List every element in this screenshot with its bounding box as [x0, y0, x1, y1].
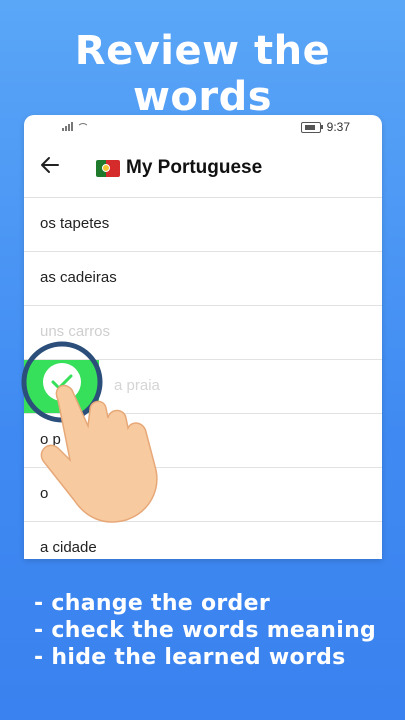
word-label: as cadeiras — [40, 269, 117, 286]
word-label: uns carros — [40, 323, 111, 340]
word-label: os tapetes — [40, 215, 110, 232]
list-item[interactable]: o p — [24, 414, 382, 468]
feature-list: - change the order - check the words mea… — [34, 590, 376, 671]
status-bar: 9:37 — [24, 115, 382, 139]
wifi-icon — [77, 123, 89, 131]
back-arrow-icon[interactable] — [38, 153, 62, 177]
word-label: o — [40, 485, 49, 502]
word-label: o p — [40, 431, 61, 448]
app-title: My Portuguese — [126, 157, 263, 178]
app-bar: My Portuguese — [24, 139, 382, 198]
list-item[interactable]: os tapetes — [24, 198, 382, 252]
feature-item: - hide the learned words — [34, 645, 346, 670]
list-item[interactable]: a cidade — [24, 522, 382, 559]
phone-screen: 9:37 My Portuguese os tapetes as cadeira… — [24, 115, 382, 559]
feature-item: - change the order — [34, 591, 270, 616]
list-item-swiped[interactable]: a praia — [24, 360, 382, 414]
word-list: os tapetes as cadeiras uns carros a prai… — [24, 198, 382, 559]
list-item[interactable]: as cadeiras — [24, 252, 382, 306]
list-item[interactable]: o — [24, 468, 382, 522]
word-label: a cidade — [40, 539, 97, 556]
headline: Review the words — [74, 28, 331, 120]
feature-item: - check the words meaning — [34, 618, 377, 643]
mark-learned-action[interactable] — [24, 360, 99, 413]
status-time: 9:37 — [326, 120, 350, 134]
battery-icon — [300, 121, 323, 133]
portugal-flag-icon — [96, 159, 120, 177]
signal-icon — [62, 122, 73, 131]
list-item[interactable]: uns carros — [24, 306, 382, 360]
word-label: a praia — [114, 377, 160, 394]
